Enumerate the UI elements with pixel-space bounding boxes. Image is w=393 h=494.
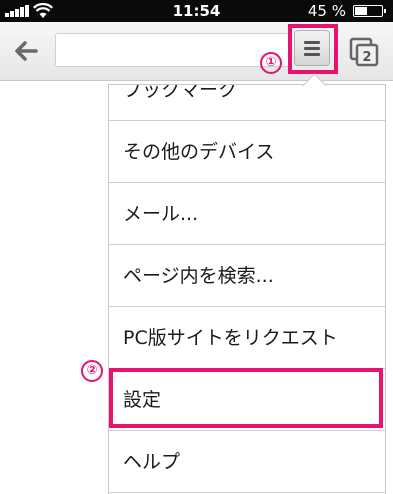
menu-item-bookmarks[interactable]: ブックマーク [109,85,385,121]
overflow-menu: ブックマーク その他のデバイス メール... ページ内を検索... PC版サイト… [108,84,386,494]
tab-count: 2 [362,50,371,65]
menu-item-other-devices[interactable]: その他のデバイス [109,121,385,183]
step-marker-1: ① [260,52,282,74]
menu-item-find-in-page[interactable]: ページ内を検索... [109,245,385,307]
tabs-icon[interactable]: 2 [349,37,379,67]
menu-item-help[interactable]: ヘルプ [109,431,385,493]
battery-icon [353,5,386,17]
highlight-menu-button [288,24,338,74]
back-arrow-icon[interactable] [10,36,42,66]
menu-item-email[interactable]: メール... [109,183,385,245]
menu-item-request-desktop-site[interactable]: PC版サイトをリクエスト [109,307,385,369]
highlight-settings [109,368,383,428]
step-marker-2: ② [81,360,103,382]
url-input[interactable] [55,33,289,67]
status-bar: 11:54 45 % [0,0,393,22]
battery-percentage: 45 % [307,2,346,20]
